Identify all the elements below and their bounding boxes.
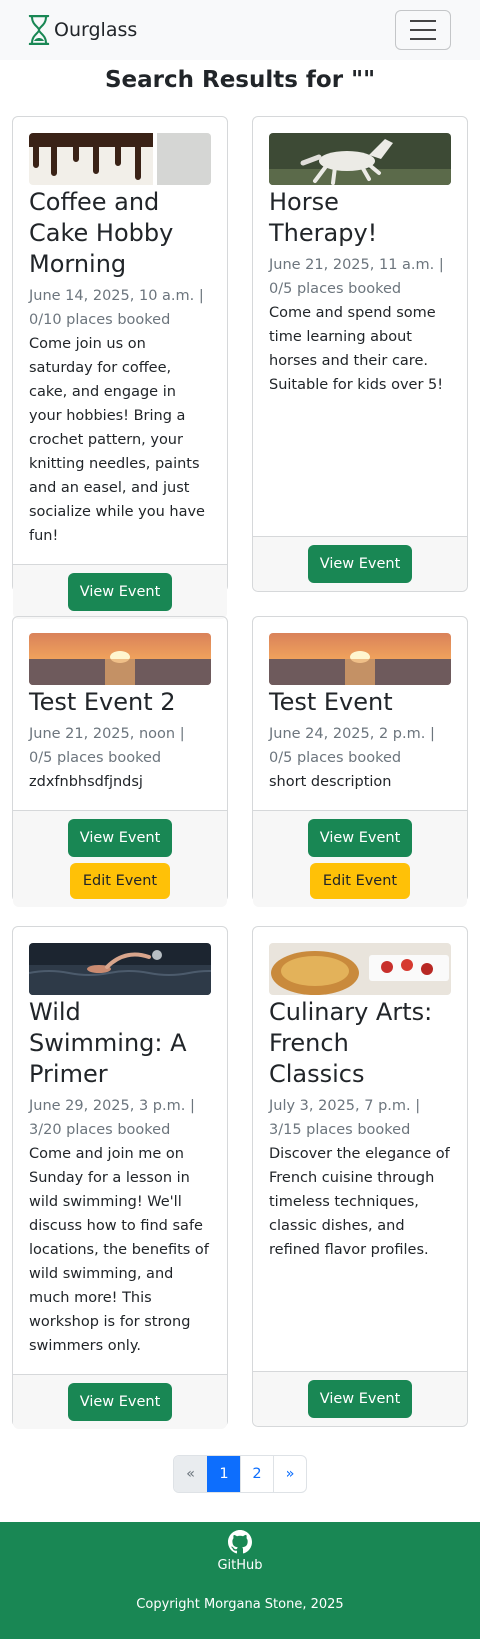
event-title: Test Event (269, 688, 393, 716)
event-description: Come and join me on Sunday for a lesson … (29, 1146, 209, 1354)
github-icon (228, 1530, 252, 1554)
edit-event-button[interactable]: Edit Event (309, 863, 411, 899)
hamburger-icon (410, 20, 436, 22)
copyright-text: Copyright Morgana Stone, 2025 (136, 1597, 344, 1612)
event-title: Coffee and Cake Hobby Morning (29, 188, 174, 278)
view-event-button[interactable]: View Event (67, 1383, 173, 1421)
event-description: zdxfnbhsdfjndsj (29, 774, 143, 790)
brand-name: Ourglass (54, 19, 138, 41)
pagination-next[interactable]: » (273, 1456, 306, 1492)
event-card: Culinary Arts: French Classics July 3, 2… (252, 926, 468, 1427)
pagination-page-2[interactable]: 2 (240, 1456, 273, 1492)
site-footer: GitHub Copyright Morgana Stone, 2025 (0, 1522, 480, 1639)
event-description: Discover the elegance of French cuisine … (269, 1146, 450, 1258)
event-title: Test Event 2 (29, 688, 176, 716)
view-event-button[interactable]: View Event (67, 819, 173, 857)
event-card: Horse Therapy! June 21, 2025, 11 a.m. | … (252, 116, 468, 592)
github-link[interactable]: GitHub (217, 1530, 263, 1573)
event-meta: June 21, 2025, noon | 0/5 places booked (29, 726, 185, 766)
hourglass-icon (28, 15, 50, 45)
pagination: « 1 2 » (0, 1455, 480, 1493)
event-description: Come join us on saturday for coffee, cak… (29, 336, 205, 544)
event-description: short description (269, 774, 392, 790)
event-card: Test Event June 24, 2025, 2 p.m. | 0/5 p… (252, 616, 468, 907)
github-label: GitHub (217, 1558, 263, 1573)
pagination-prev[interactable]: « (174, 1456, 207, 1492)
page-title: Search Results for "" (104, 67, 376, 93)
view-event-button[interactable]: View Event (307, 819, 413, 857)
event-meta: June 21, 2025, 11 a.m. | 0/5 places book… (269, 257, 444, 297)
view-event-button[interactable]: View Event (307, 545, 413, 583)
event-meta: June 29, 2025, 3 p.m. | 3/20 places book… (29, 1098, 195, 1138)
edit-event-button[interactable]: Edit Event (69, 863, 171, 899)
view-event-button[interactable]: View Event (307, 1380, 413, 1418)
event-image-horse (269, 133, 451, 185)
event-description: Come and spend some time learning about … (269, 305, 444, 393)
event-card: Coffee and Cake Hobby Morning June 14, 2… (12, 116, 228, 619)
event-card: Test Event 2 June 21, 2025, noon | 0/5 p… (12, 616, 228, 907)
view-event-button[interactable]: View Event (67, 573, 173, 611)
event-image-cake (29, 133, 211, 185)
navbar-toggle-button[interactable] (395, 10, 451, 50)
event-meta: July 3, 2025, 7 p.m. | 3/15 places booke… (269, 1098, 421, 1138)
event-title: Horse Therapy! (269, 188, 378, 247)
event-meta: June 14, 2025, 10 a.m. | 0/10 places boo… (29, 288, 204, 328)
event-image-food (269, 943, 451, 995)
event-image-sunset (269, 633, 451, 685)
event-title: Culinary Arts: French Classics (269, 998, 433, 1088)
event-card: Wild Swimming: A Primer June 29, 2025, 3… (12, 926, 228, 1429)
event-image-sunset (29, 633, 211, 685)
pagination-page-1[interactable]: 1 (207, 1456, 240, 1492)
event-title: Wild Swimming: A Primer (29, 998, 187, 1088)
event-meta: June 24, 2025, 2 p.m. | 0/5 places booke… (269, 726, 435, 766)
navbar: Ourglass (0, 0, 480, 60)
brand-link[interactable]: Ourglass (28, 15, 137, 45)
event-image-swimmer (29, 943, 211, 995)
